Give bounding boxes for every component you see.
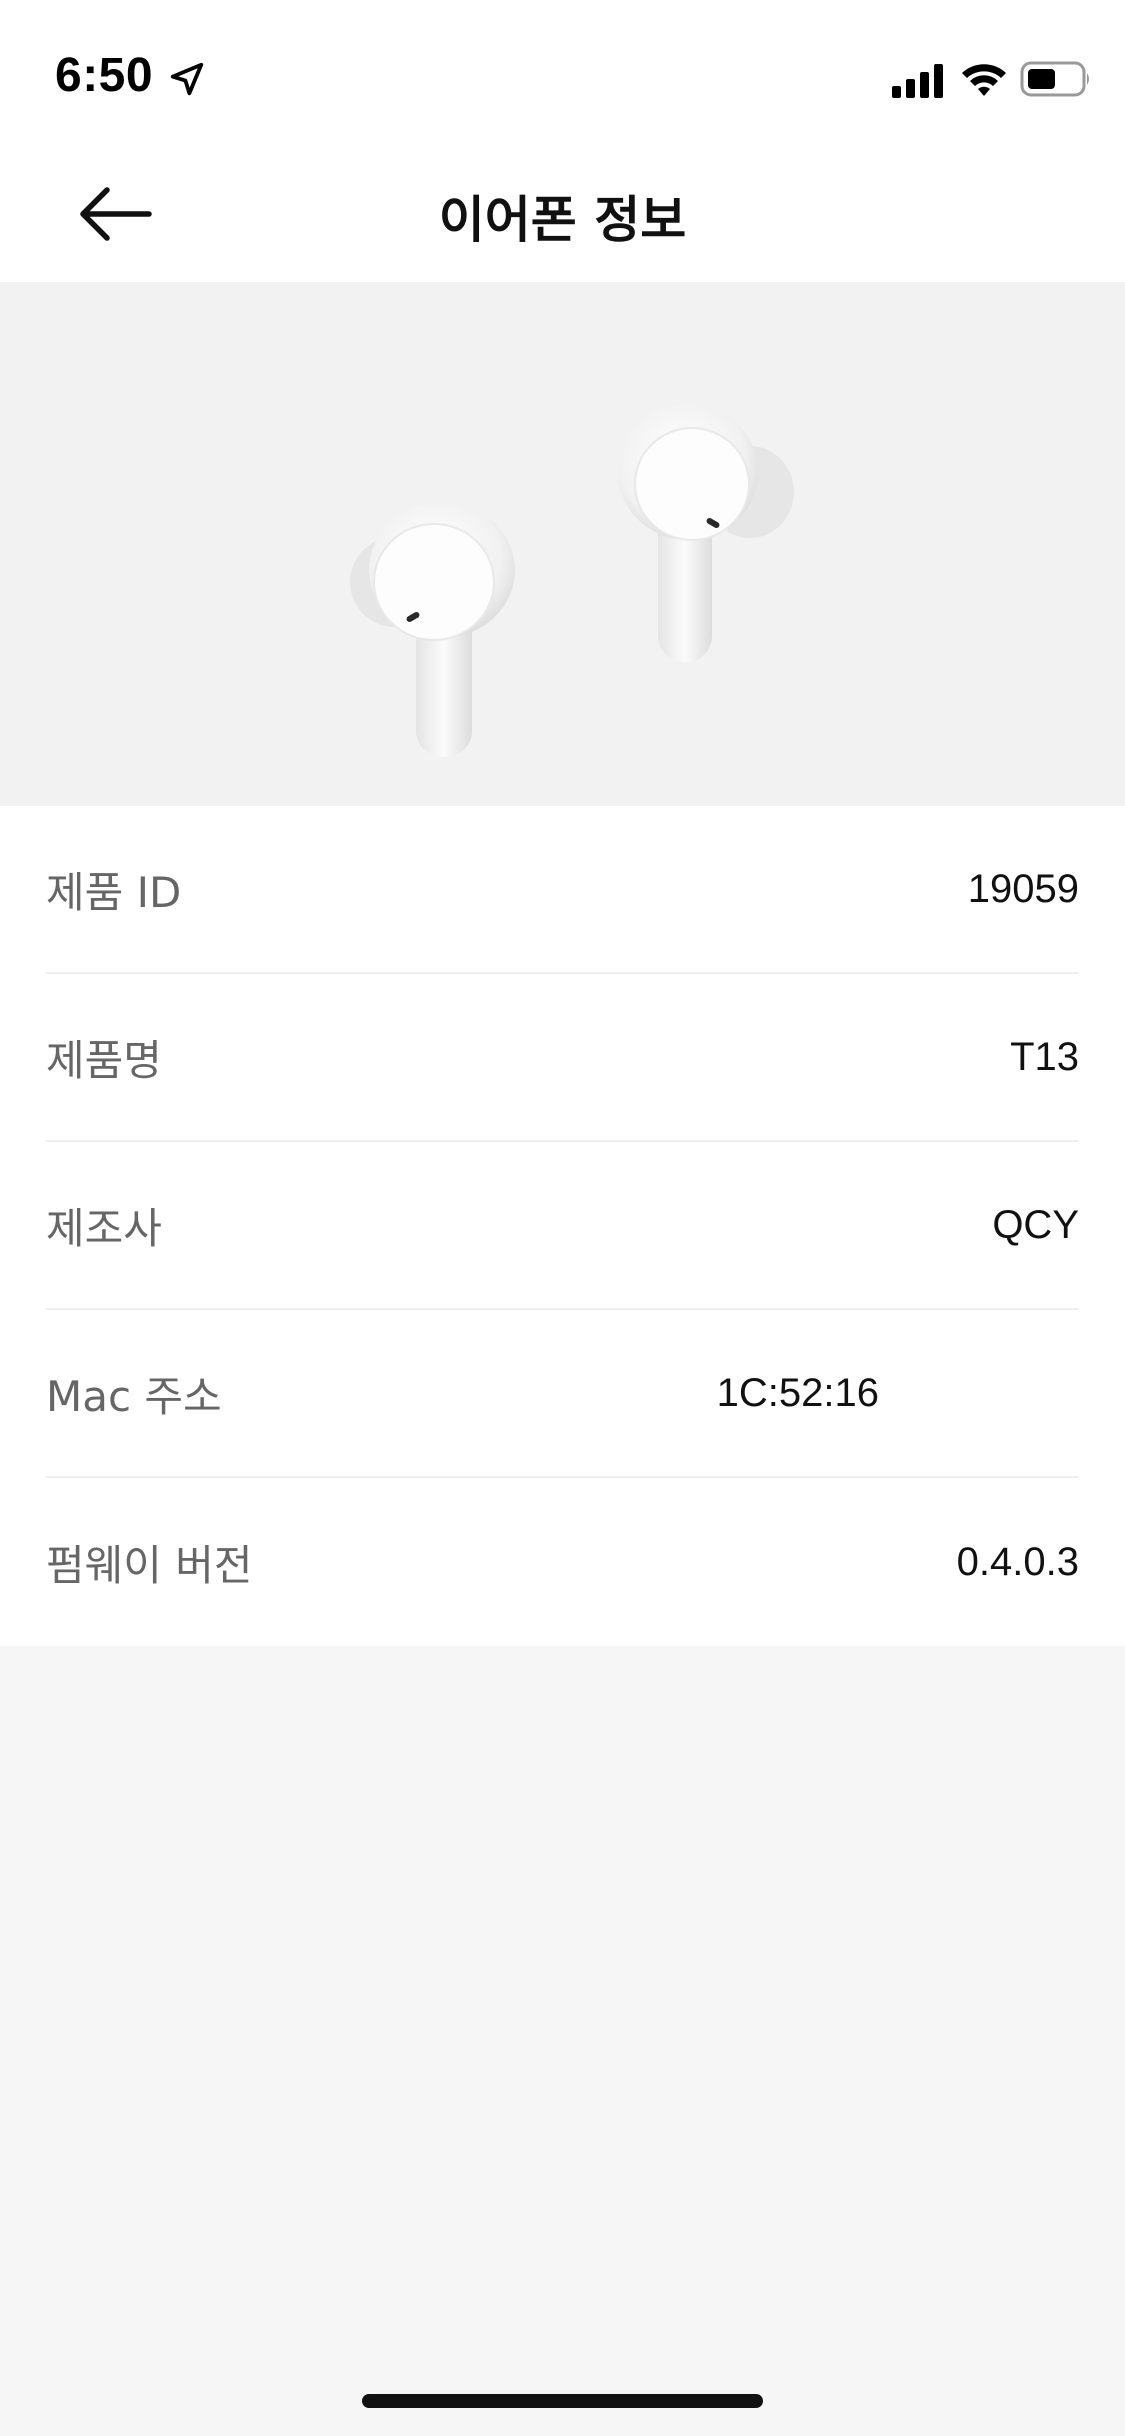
status-time: 6:50 (55, 49, 154, 102)
info-value: 1C:52:16 (716, 1370, 879, 1415)
info-label: 펌웨이 버전 (46, 1540, 253, 1590)
page-title: 이어폰 정보 (438, 191, 687, 249)
info-label: Mac 주소 (46, 1371, 222, 1421)
home-indicator[interactable] (362, 2394, 763, 2408)
redaction-mask (879, 1364, 1089, 1429)
info-label: 제품 ID (46, 867, 182, 917)
earphone-info-screen: 6:50 이어폰 정보 제품 ID 19059 제품명 T13 제조사 QCY … (0, 0, 1125, 2436)
location-arrow-icon (170, 62, 204, 96)
info-label: 제품명 (46, 1035, 162, 1085)
info-row-product-id: 제품 ID 19059 (46, 806, 1079, 974)
right-earbud (618, 404, 794, 662)
info-value: QCY (992, 1202, 1079, 1247)
battery-icon (1020, 61, 1089, 97)
earphone-info-list: 제품 ID 19059 제품명 T13 제조사 QCY Mac 주소 1C:52… (0, 806, 1125, 1646)
info-row-product-name: 제품명 T13 (46, 974, 1079, 1142)
navigation-bar: 이어폰 정보 (0, 150, 1125, 282)
info-row-mac-address: Mac 주소 1C:52:16 (46, 1310, 1089, 1478)
earphone-image-panel (0, 282, 1125, 806)
white-earbuds-image (350, 404, 794, 757)
info-row-firmware-version: 펌웨이 버전 0.4.0.3 (46, 1478, 1079, 1646)
info-row-manufacturer: 제조사 QCY (46, 1142, 1079, 1310)
cellular-signal-icon (892, 64, 943, 98)
info-value: 0.4.0.3 (956, 1539, 1079, 1584)
info-value: 19059 (967, 866, 1079, 911)
mac-address-value: 1C:52:16 (716, 1364, 1089, 1429)
status-bar: 6:50 (0, 0, 1125, 150)
left-earbud (350, 502, 515, 757)
info-label: 제조사 (46, 1203, 162, 1253)
info-value: T13 (1010, 1034, 1079, 1079)
wifi-icon (962, 64, 1006, 96)
